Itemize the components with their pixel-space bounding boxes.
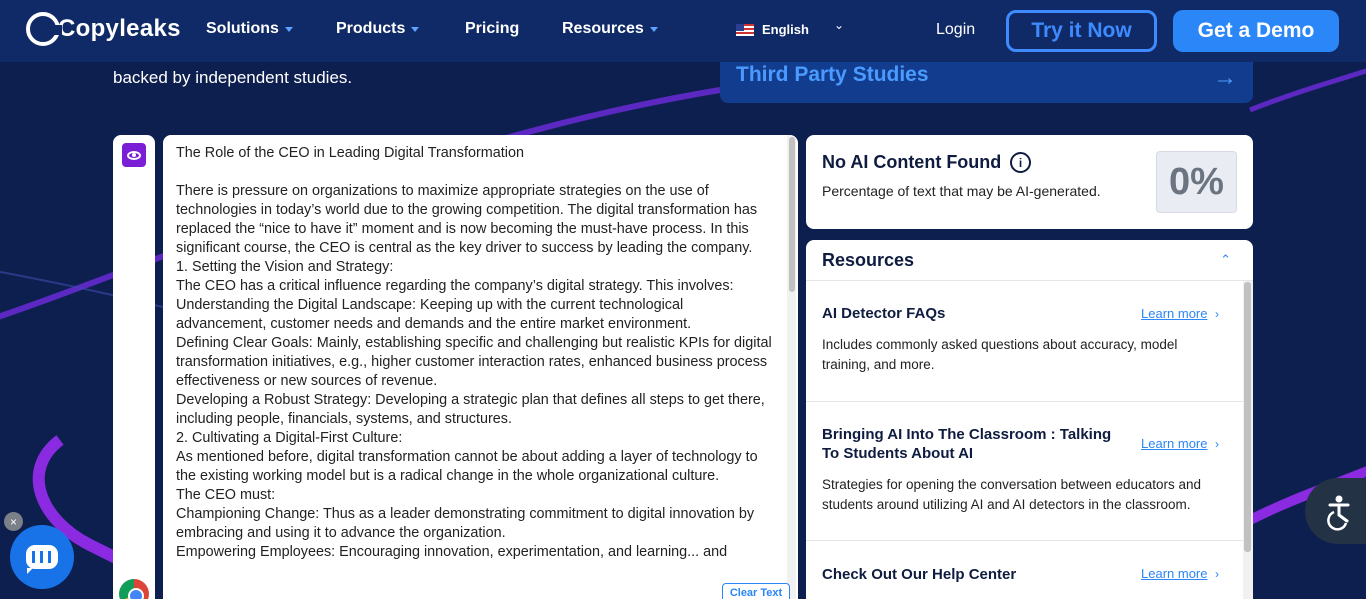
- accessibility-icon: [1327, 495, 1350, 531]
- top-navigation: Copyleaks Solutions Products Pricing Res…: [0, 0, 1366, 62]
- nav-pricing[interactable]: Pricing: [465, 20, 519, 38]
- chevron-down-icon[interactable]: ⌄: [834, 18, 844, 32]
- result-subtitle: Percentage of text that may be AI-genera…: [822, 183, 1101, 199]
- chevron-up-icon[interactable]: ⌃: [1220, 252, 1231, 268]
- get-a-demo-button[interactable]: Get a Demo: [1173, 10, 1339, 52]
- caret-down-icon: [411, 26, 420, 32]
- logo-text: Copyleaks: [58, 15, 181, 42]
- text-editor[interactable]: The Role of the CEO in Leading Digital T…: [163, 135, 798, 599]
- resources-scrollbar-thumb[interactable]: [1244, 282, 1251, 552]
- editor-scrollbar-thumb[interactable]: [789, 137, 795, 292]
- resources-panel: Resources ⌃ AI Detector FAQs Learn more …: [806, 240, 1253, 599]
- ai-percentage: 0%: [1156, 151, 1237, 213]
- login-link[interactable]: Login: [936, 21, 975, 39]
- learn-more-link[interactable]: Learn more: [1141, 566, 1207, 581]
- chevron-right-icon[interactable]: ›: [1215, 307, 1219, 321]
- logo-icon: [26, 12, 62, 46]
- resource-item-title: Check Out Our Help Center: [822, 566, 1017, 583]
- chevron-right-icon[interactable]: ›: [1215, 567, 1219, 581]
- chat-button[interactable]: [10, 525, 74, 589]
- editor-side-toolbar: [113, 135, 155, 599]
- info-icon[interactable]: i: [1010, 152, 1031, 173]
- nav-pricing-label: Pricing: [465, 20, 520, 37]
- resource-item: Bringing AI Into The Classroom : Talking…: [806, 402, 1243, 541]
- resources-title: Resources: [822, 250, 915, 270]
- nav-resources[interactable]: Resources: [562, 20, 658, 38]
- chat-icon: [26, 545, 58, 574]
- resource-item: AI Detector FAQs Learn more › Includes c…: [806, 281, 1243, 402]
- learn-more-link[interactable]: Learn more: [1141, 436, 1207, 451]
- accessibility-button[interactable]: [1305, 478, 1366, 544]
- nav-resources-label: Resources: [562, 20, 644, 37]
- learn-more-link[interactable]: Learn more: [1141, 306, 1207, 321]
- copyleaks-logo[interactable]: Copyleaks: [26, 12, 181, 46]
- close-icon[interactable]: ×: [4, 512, 23, 531]
- arrow-right-icon: →: [1213, 64, 1237, 91]
- eye-icon[interactable]: [122, 143, 146, 167]
- resources-header[interactable]: Resources ⌃: [806, 240, 1253, 281]
- editor-content[interactable]: The Role of the CEO in Leading Digital T…: [176, 144, 776, 562]
- try-it-now-button[interactable]: Try it Now: [1006, 10, 1157, 52]
- flag-us-icon: [736, 23, 754, 36]
- intro-text: backed by independent studies.: [113, 68, 353, 87]
- language-label: English: [762, 22, 809, 37]
- clear-text-button[interactable]: Clear Text: [722, 583, 790, 599]
- nav-products-label: Products: [336, 20, 406, 37]
- resource-item: Check Out Our Help Center Learn more ›: [806, 541, 1243, 599]
- caret-down-icon: [284, 26, 293, 32]
- resource-item-description: Includes commonly asked questions about …: [822, 337, 1178, 372]
- resource-item-title: AI Detector FAQs: [822, 305, 946, 322]
- result-panel: No AI Content Found i Percentage of text…: [806, 135, 1253, 229]
- resource-item-title: Bringing AI Into The Classroom : Talking…: [822, 426, 1112, 462]
- nav-solutions[interactable]: Solutions: [206, 20, 293, 38]
- studies-label: Third Party Studies: [736, 62, 929, 86]
- nav-products[interactable]: Products: [336, 20, 420, 38]
- resource-item-description: Strategies for opening the conversation …: [822, 477, 1202, 512]
- nav-solutions-label: Solutions: [206, 20, 279, 37]
- caret-down-icon: [649, 26, 658, 32]
- result-title: No AI Content Found: [822, 152, 1002, 172]
- chevron-right-icon[interactable]: ›: [1215, 437, 1219, 451]
- language-selector[interactable]: English: [736, 22, 809, 37]
